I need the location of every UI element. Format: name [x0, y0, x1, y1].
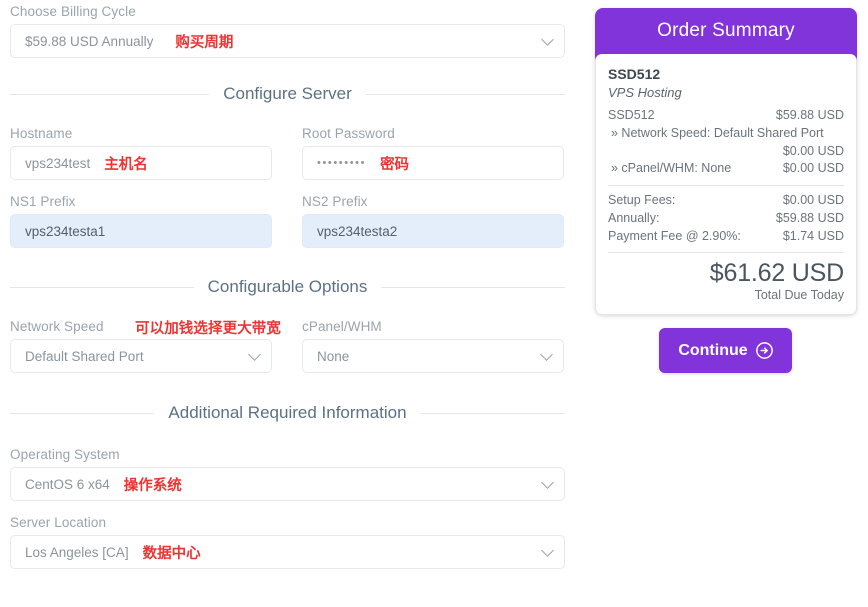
fee-amount: $59.88 USD: [775, 210, 844, 225]
fee-row: Setup Fees: $0.00 USD: [608, 192, 844, 210]
hostname-group: Hostname vps234test 主机名: [10, 126, 272, 180]
cpanel-whm-group: cPanel/WHM None: [302, 319, 564, 373]
fee-row: Payment Fee @ 2.90%: $1.74 USD: [608, 228, 844, 246]
rule-left: [10, 286, 194, 288]
ns2-label: NS2 Prefix: [302, 194, 368, 209]
line-item-amount: $0.00 USD: [782, 143, 844, 158]
section-title: Configurable Options: [207, 277, 368, 296]
chevron-down-icon: [541, 476, 554, 489]
fee-row: Annually: $59.88 USD: [608, 210, 844, 228]
network-speed-label-text: Network Speed: [10, 319, 104, 334]
billing-cycle-group: Choose Billing Cycle $59.88 USD Annually…: [10, 4, 565, 58]
server-location-label: Server Location: [10, 515, 107, 530]
section-title: Configure Server: [223, 84, 352, 103]
rule-right: [365, 93, 566, 95]
fee-label: Payment Fee @ 2.90%:: [608, 228, 741, 243]
continue-button[interactable]: Continue: [659, 328, 792, 373]
hostname-annotation: 主机名: [104, 156, 148, 173]
chevron-down-icon: [541, 544, 554, 557]
operating-system-annotation: 操作系统: [123, 477, 182, 494]
rule-left: [10, 412, 155, 414]
line-item-amount: $0.00 USD: [782, 161, 844, 176]
ns2-group: NS2 Prefix vps234testa2: [302, 194, 564, 248]
billing-cycle-label: Choose Billing Cycle: [10, 4, 136, 19]
configurable-options-row: Network Speed 可以加钱选择更大带宽 Default Shared …: [10, 319, 565, 373]
section-heading-configurable-options: Configurable Options: [10, 277, 565, 297]
rule-left: [10, 93, 210, 95]
root-password-value: •••••••••: [317, 157, 367, 169]
order-line-item: » cPanel/WHM: None $0.00 USD: [608, 160, 844, 178]
cpanel-whm-select[interactable]: None: [302, 339, 564, 373]
network-speed-value: Default Shared Port: [25, 348, 144, 364]
server-location-value: Los Angeles [CA]: [25, 544, 129, 560]
summary-divider: [608, 252, 844, 254]
configuration-form: Choose Billing Cycle $59.88 USD Annually…: [10, 0, 566, 569]
line-item-label: SSD512: [608, 108, 655, 123]
ns1-label: NS1 Prefix: [10, 194, 76, 209]
line-item-label: » Network Speed: Default Shared Port: [611, 125, 824, 140]
hostname-label: Hostname: [10, 126, 73, 141]
ns2-value: vps234testa2: [317, 223, 398, 239]
hostname-value: vps234test: [25, 155, 91, 171]
network-speed-select[interactable]: Default Shared Port: [10, 339, 272, 373]
ns1-input[interactable]: vps234testa1: [10, 214, 272, 248]
cpanel-whm-value: None: [317, 348, 350, 364]
hostname-input[interactable]: vps234test 主机名: [10, 146, 272, 180]
fee-label: Setup Fees:: [608, 193, 676, 208]
order-line-item: » Network Speed: Default Shared Port $0.…: [608, 125, 844, 161]
server-location-annotation: 数据中心: [142, 545, 201, 562]
product-name: SSD512: [608, 66, 661, 82]
billing-cycle-select[interactable]: $59.88 USD Annually 购买周期: [10, 24, 565, 58]
cpanel-whm-label: cPanel/WHM: [302, 319, 382, 334]
order-total-caption: Total Due Today: [754, 288, 844, 303]
fee-amount: $1.74 USD: [782, 228, 844, 243]
operating-system-label: Operating System: [10, 447, 120, 462]
hostname-password-row: Hostname vps234test 主机名 Root Password ••…: [10, 126, 565, 180]
rule-right: [381, 286, 565, 288]
line-item-amount: $59.88 USD: [775, 108, 844, 123]
ns1-value: vps234testa1: [25, 223, 106, 239]
root-password-annotation: 密码: [380, 156, 410, 173]
billing-cycle-annotation: 购买周期: [175, 34, 234, 51]
nameserver-row: NS1 Prefix vps234testa1 NS2 Prefix vps23…: [10, 194, 565, 248]
server-location-select[interactable]: Los Angeles [CA] 数据中心: [10, 535, 565, 569]
product-type: VPS Hosting: [608, 85, 682, 101]
root-password-input[interactable]: ••••••••• 密码: [302, 146, 564, 180]
fee-amount: $0.00 USD: [782, 193, 844, 208]
chevron-down-icon: [248, 348, 261, 361]
arrow-right-circle-icon: [755, 342, 773, 359]
chevron-down-icon: [540, 348, 553, 361]
operating-system-select[interactable]: CentOS 6 x64 操作系统: [10, 467, 565, 501]
fee-label: Annually:: [608, 210, 660, 225]
network-speed-group: Network Speed 可以加钱选择更大带宽 Default Shared …: [10, 319, 281, 373]
order-summary-body: SSD512 VPS Hosting SSD512 $59.88 USD » N…: [595, 54, 857, 316]
operating-system-value: CentOS 6 x64: [25, 476, 110, 492]
chevron-down-icon: [541, 33, 554, 46]
order-line-items: SSD512 $59.88 USD » Network Speed: Defau…: [608, 107, 844, 178]
line-item-label: » cPanel/WHM: None: [611, 161, 732, 176]
order-summary-title: Order Summary: [657, 20, 795, 41]
summary-divider: [608, 185, 844, 187]
continue-button-label: Continue: [678, 341, 748, 359]
ns2-input[interactable]: vps234testa2: [302, 214, 564, 248]
operating-system-group: Operating System CentOS 6 x64 操作系统: [10, 447, 565, 501]
section-heading-configure-server: Configure Server: [10, 84, 566, 104]
network-speed-label: Network Speed 可以加钱选择更大带宽: [10, 319, 281, 337]
network-speed-annotation: 可以加钱选择更大带宽: [135, 321, 281, 337]
order-total: $61.62 USD: [709, 259, 844, 288]
order-summary-card: Order Summary SSD512 VPS Hosting SSD512 …: [595, 8, 857, 316]
order-configuration-page: Choose Billing Cycle $59.88 USD Annually…: [0, 0, 868, 607]
section-heading-additional-required: Additional Required Information: [10, 403, 565, 423]
billing-cycle-value: $59.88 USD Annually: [25, 33, 154, 49]
rule-right: [420, 412, 565, 414]
order-line-item: SSD512 $59.88 USD: [608, 107, 844, 125]
root-password-label: Root Password: [302, 126, 395, 141]
ns1-group: NS1 Prefix vps234testa1: [10, 194, 272, 248]
root-password-group: Root Password ••••••••• 密码: [302, 126, 564, 180]
order-fees: Setup Fees: $0.00 USD Annually: $59.88 U…: [608, 192, 844, 245]
section-title: Additional Required Information: [168, 403, 407, 422]
server-location-group: Server Location Los Angeles [CA] 数据中心: [10, 515, 565, 569]
